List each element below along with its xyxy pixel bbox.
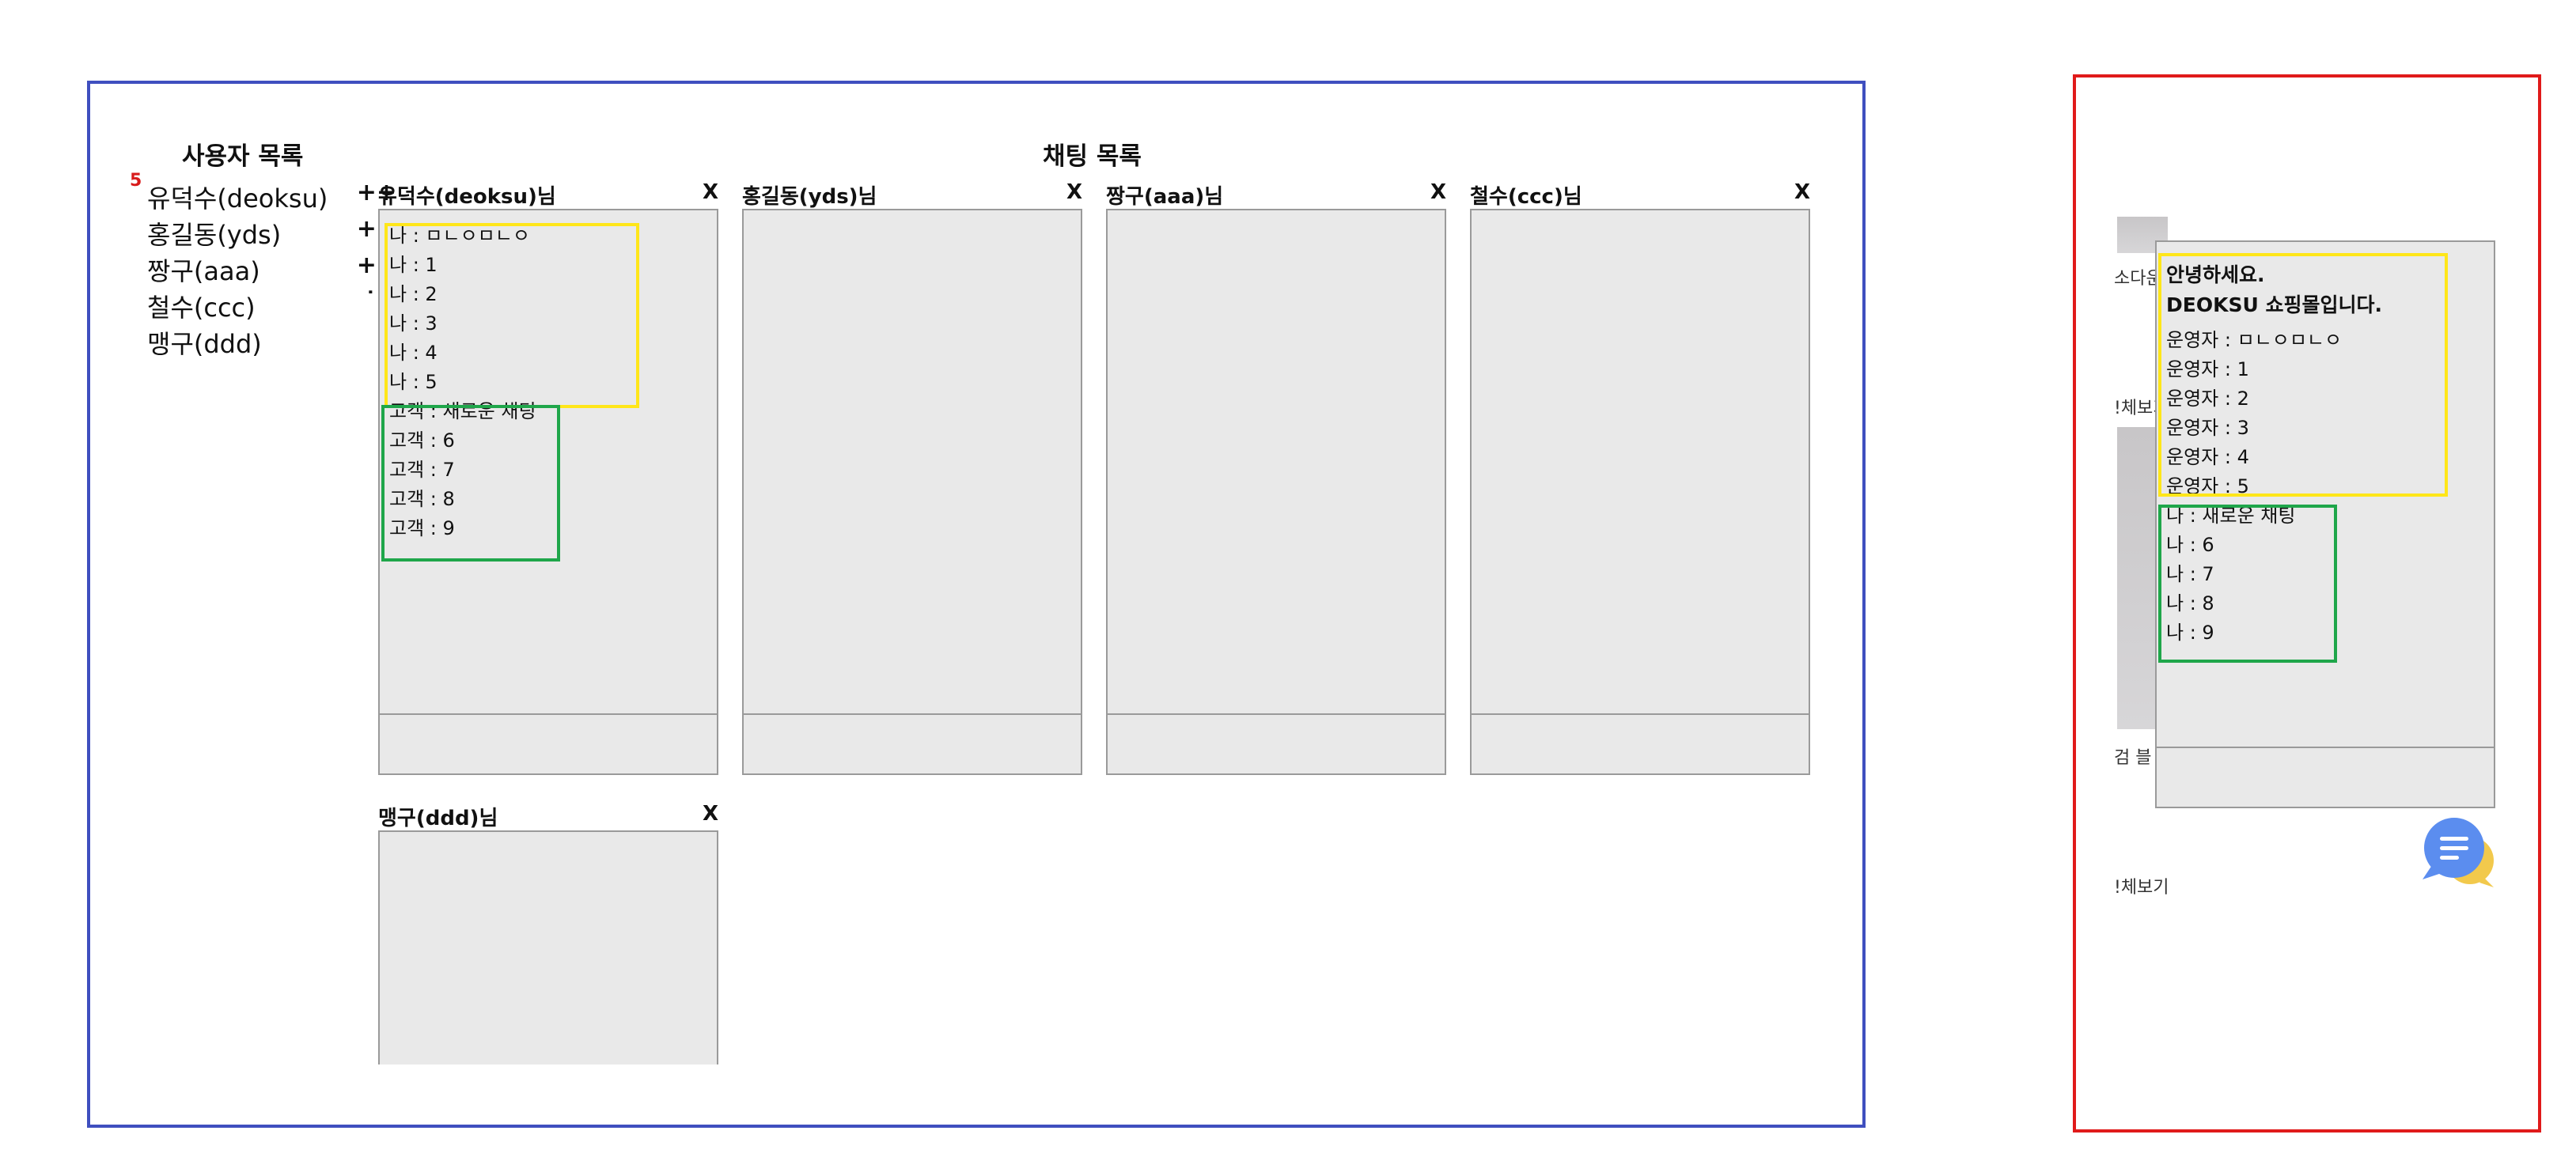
view-all-link[interactable]: !체보기 — [2114, 394, 2161, 419]
user-name: 맹구(ddd) — [147, 329, 262, 359]
chat-room-header: 홍길동(yds)님 X — [742, 180, 1082, 209]
user-name: 철수(ccc) — [147, 293, 256, 323]
chat-message-input[interactable] — [1108, 713, 1445, 773]
chat-room-header: 철수(ccc)님 X — [1470, 180, 1810, 209]
chat-room-yds: 홍길동(yds)님 X — [742, 180, 1082, 775]
close-chat-button[interactable]: X — [1794, 180, 1810, 204]
close-chat-button[interactable]: X — [1430, 180, 1446, 204]
user-list-title: 사용자 목록 — [182, 142, 304, 171]
user-item-deoksu[interactable]: 5 유덕수(deoksu) ++ — [108, 171, 396, 215]
chat-room-body — [1470, 209, 1810, 775]
user-name: 유덕수(deoksu) — [147, 183, 328, 214]
sent-messages-highlight — [2158, 505, 2337, 663]
customer-chat-widget: 안녕하세요. DEOKSU 쇼핑몰입니다. 운영자 : ㅁㄴㅇㅁㄴㅇ 운영자 :… — [2155, 240, 2495, 808]
close-chat-button[interactable]: X — [703, 180, 718, 204]
chat-message-input[interactable] — [744, 713, 1081, 773]
chat-room-body — [1106, 209, 1446, 775]
chat-message-input[interactable] — [2157, 747, 2494, 807]
chat-room-title: 홍길동(yds)님 — [742, 185, 877, 209]
user-item-ddd[interactable]: 맹구(ddd) + — [108, 324, 396, 361]
user-name: 짱구(aaa) — [147, 256, 260, 286]
chat-list-title: 채팅 목록 — [1043, 142, 1142, 171]
user-item-aaa[interactable]: 짱구(aaa) ++ — [108, 251, 396, 288]
close-chat-button[interactable]: X — [703, 802, 718, 826]
chat-message-input[interactable] — [1472, 713, 1809, 773]
chat-room-title: 맹구(ddd)님 — [378, 807, 498, 830]
product-thumbnail[interactable] — [2117, 427, 2158, 729]
chat-room-title: 철수(ccc)님 — [1470, 185, 1582, 209]
view-all-link[interactable]: !체보기 — [2114, 873, 2177, 898]
chat-room-body: 나 : ㅁㄴㅇㅁㄴㅇ 나 : 1 나 : 2 나 : 3 나 : 4 나 : 5… — [378, 209, 718, 775]
user-item-ccc[interactable]: 철수(ccc) ˙+ — [108, 288, 396, 324]
chat-room-body — [742, 209, 1082, 775]
chat-message-input[interactable] — [380, 713, 717, 773]
chat-room-ccc: 철수(ccc)님 X — [1470, 180, 1810, 775]
user-list: 5 유덕수(deoksu) ++ 홍길동(yds) ++ 짱구(aaa) ++ … — [70, 171, 396, 369]
chat-room-title: 짱구(aaa)님 — [1106, 185, 1224, 209]
chat-toggle-button[interactable] — [2421, 815, 2500, 894]
background-text: 소다운 — [2114, 269, 2161, 289]
close-chat-button[interactable]: X — [1066, 180, 1082, 204]
unread-badge: 5 — [130, 171, 142, 191]
received-messages-highlight — [2158, 253, 2448, 497]
chat-room-title: 유덕수(deoksu)님 — [378, 185, 556, 209]
chat-bubbles-icon — [2423, 818, 2494, 887]
user-name: 홍길동(yds) — [147, 220, 282, 250]
chat-room-header: 맹구(ddd)님 X — [378, 802, 718, 830]
chat-room-deoksu: 유덕수(deoksu)님 X 나 : ㅁㄴㅇㅁㄴㅇ 나 : 1 나 : 2 나 … — [378, 180, 718, 775]
chat-room-header: 유덕수(deoksu)님 X — [378, 180, 718, 209]
sent-messages-highlight — [385, 223, 639, 408]
background-text: 검 블 — [2114, 748, 2152, 768]
chat-room-aaa: 짱구(aaa)님 X — [1106, 180, 1446, 775]
user-item-yds[interactable]: 홍길동(yds) ++ — [108, 215, 396, 251]
chat-room-body — [378, 830, 718, 1064]
received-messages-highlight — [381, 405, 560, 562]
chat-room-ddd: 맹구(ddd)님 X — [378, 802, 718, 1064]
chat-room-header: 짱구(aaa)님 X — [1106, 180, 1446, 209]
